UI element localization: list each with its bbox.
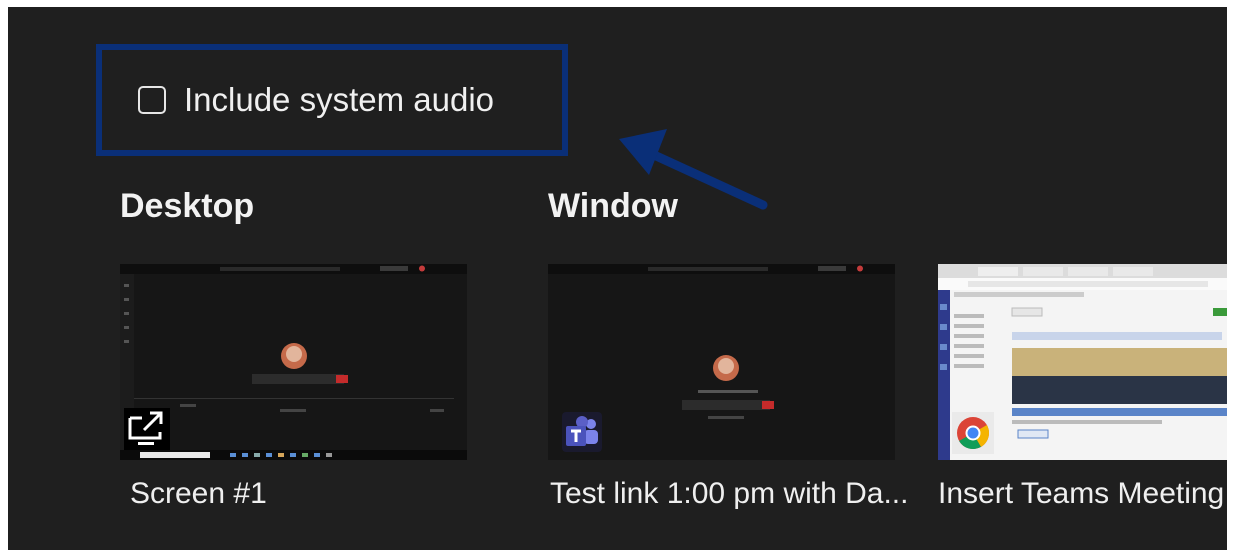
window-heading: Window — [548, 187, 678, 225]
include-system-audio-label: Include system audio — [184, 81, 495, 118]
chrome-icon — [952, 412, 994, 459]
include-system-audio-checkbox[interactable] — [138, 86, 166, 114]
include-system-audio-option[interactable]: Include system audio — [138, 77, 494, 123]
source-teams-window-thumbnail[interactable] — [548, 264, 895, 460]
screen-share-icon — [124, 408, 170, 455]
screen-preview-image — [120, 264, 467, 460]
source-chrome-window-name[interactable]: Insert Teams Meeting L — [938, 477, 1227, 511]
teams-icon — [562, 412, 602, 457]
source-screen-1-thumbnail[interactable] — [120, 264, 467, 460]
source-teams-window-name[interactable]: Test link 1:00 pm with Da... — [550, 477, 908, 511]
share-content-panel: Include system audio Desktop Window Scre… — [8, 7, 1227, 550]
source-screen-1-name[interactable]: Screen #1 — [130, 477, 267, 511]
source-chrome-window-thumbnail[interactable] — [938, 264, 1227, 460]
desktop-heading: Desktop — [120, 187, 255, 225]
